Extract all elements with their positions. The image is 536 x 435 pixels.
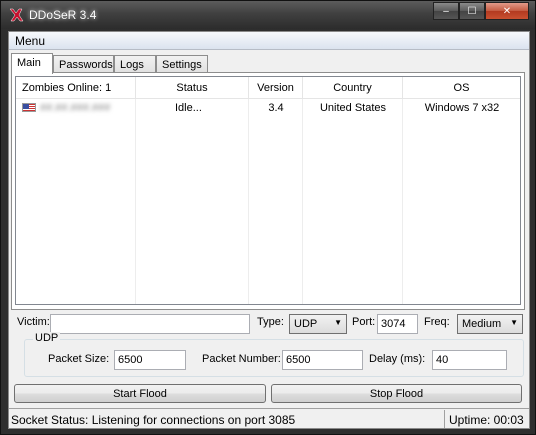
delay-label: Delay (ms):	[369, 353, 426, 365]
tab-label: Settings	[162, 59, 202, 71]
column-header-os[interactable]: OS	[403, 77, 520, 99]
column-header-zombies[interactable]: Zombies Online: 1	[16, 77, 136, 99]
grid-line	[402, 99, 403, 304]
menu-bar: Menu	[9, 32, 529, 50]
maximize-button[interactable]: ☐	[459, 2, 485, 20]
tab-logs[interactable]: Logs	[114, 55, 156, 73]
socket-status: Socket Status: Listening for connections…	[9, 410, 445, 428]
grid-line	[135, 99, 136, 304]
client-area: Menu Main Passwords Logs Settings Zombie…	[8, 31, 530, 429]
type-select[interactable]: UDP ▼	[289, 314, 347, 334]
freq-select-value: Medium	[462, 318, 502, 330]
maximize-icon: ☐	[467, 5, 477, 17]
tab-label: Main	[17, 57, 41, 69]
uptime-status: Uptime: 00:03	[449, 413, 524, 427]
type-select-value: UDP	[294, 318, 318, 330]
chevron-down-icon: ▼	[510, 318, 518, 327]
status-bar: Socket Status: Listening for connections…	[9, 408, 529, 428]
zombie-ip: ##.##.###.###	[40, 102, 111, 114]
tab-main[interactable]: Main	[11, 53, 53, 74]
packet-size-label: Packet Size:	[48, 353, 110, 365]
freq-label: Freq:	[424, 316, 450, 328]
zombie-os: Windows 7 x32	[424, 102, 500, 114]
column-header-status[interactable]: Status	[136, 77, 249, 99]
zombie-ip-cell: ##.##.###.###	[16, 99, 136, 117]
zombies-list[interactable]: Zombies Online: 1 Status Version Country…	[15, 76, 521, 305]
menu-item-menu[interactable]: Menu	[15, 34, 45, 48]
start-flood-button[interactable]: Start Flood	[14, 384, 266, 403]
column-header-country[interactable]: Country	[303, 77, 403, 99]
packet-number-input[interactable]: 6500	[282, 350, 363, 370]
delay-input[interactable]: 40	[432, 350, 507, 370]
victim-label: Victim:	[17, 316, 50, 328]
title-bar[interactable]: DDoSeR 3.4 ‒ ☐ ✕	[1, 1, 535, 29]
window-title: DDoSeR 3.4	[29, 8, 97, 22]
tab-label: Passwords	[59, 59, 113, 71]
ddoser-app-icon	[9, 8, 24, 22]
packet-size-input[interactable]: 6500	[114, 350, 186, 370]
close-button[interactable]: ✕	[485, 2, 529, 20]
tab-settings[interactable]: Settings	[156, 55, 208, 73]
udp-group-title: UDP	[33, 332, 61, 344]
column-header-version[interactable]: Version	[249, 77, 303, 99]
port-input[interactable]: 3074	[377, 314, 418, 334]
port-label: Port:	[352, 316, 376, 328]
freq-select[interactable]: Medium ▼	[457, 314, 523, 334]
grid-line	[248, 99, 249, 304]
type-label: Type:	[257, 316, 284, 328]
minimize-button[interactable]: ‒	[433, 2, 459, 20]
list-header: Zombies Online: 1 Status Version Country…	[16, 77, 520, 99]
us-flag-icon	[22, 103, 36, 112]
main-tab-panel: Zombies Online: 1 Status Version Country…	[11, 72, 525, 310]
app-window: DDoSeR 3.4 ‒ ☐ ✕ Menu Main Passwords Log…	[0, 0, 536, 435]
zombie-status: Idle...	[175, 102, 202, 114]
close-icon: ✕	[502, 5, 512, 17]
zombie-version: 3.4	[268, 102, 284, 114]
victim-input[interactable]	[50, 314, 250, 334]
table-row[interactable]: ##.##.###.### Idle... 3.4 United States …	[16, 99, 520, 117]
chevron-down-icon: ▼	[334, 318, 342, 327]
minimize-icon: ‒	[443, 5, 449, 17]
udp-groupbox: UDP Packet Size: 6500 Packet Number: 650…	[24, 332, 524, 377]
stop-flood-button[interactable]: Stop Flood	[271, 384, 522, 403]
zombie-country: United States	[319, 102, 387, 114]
grid-line	[302, 99, 303, 304]
tab-label: Logs	[120, 59, 144, 71]
tab-passwords[interactable]: Passwords	[53, 55, 114, 73]
packet-number-label: Packet Number:	[202, 353, 281, 365]
